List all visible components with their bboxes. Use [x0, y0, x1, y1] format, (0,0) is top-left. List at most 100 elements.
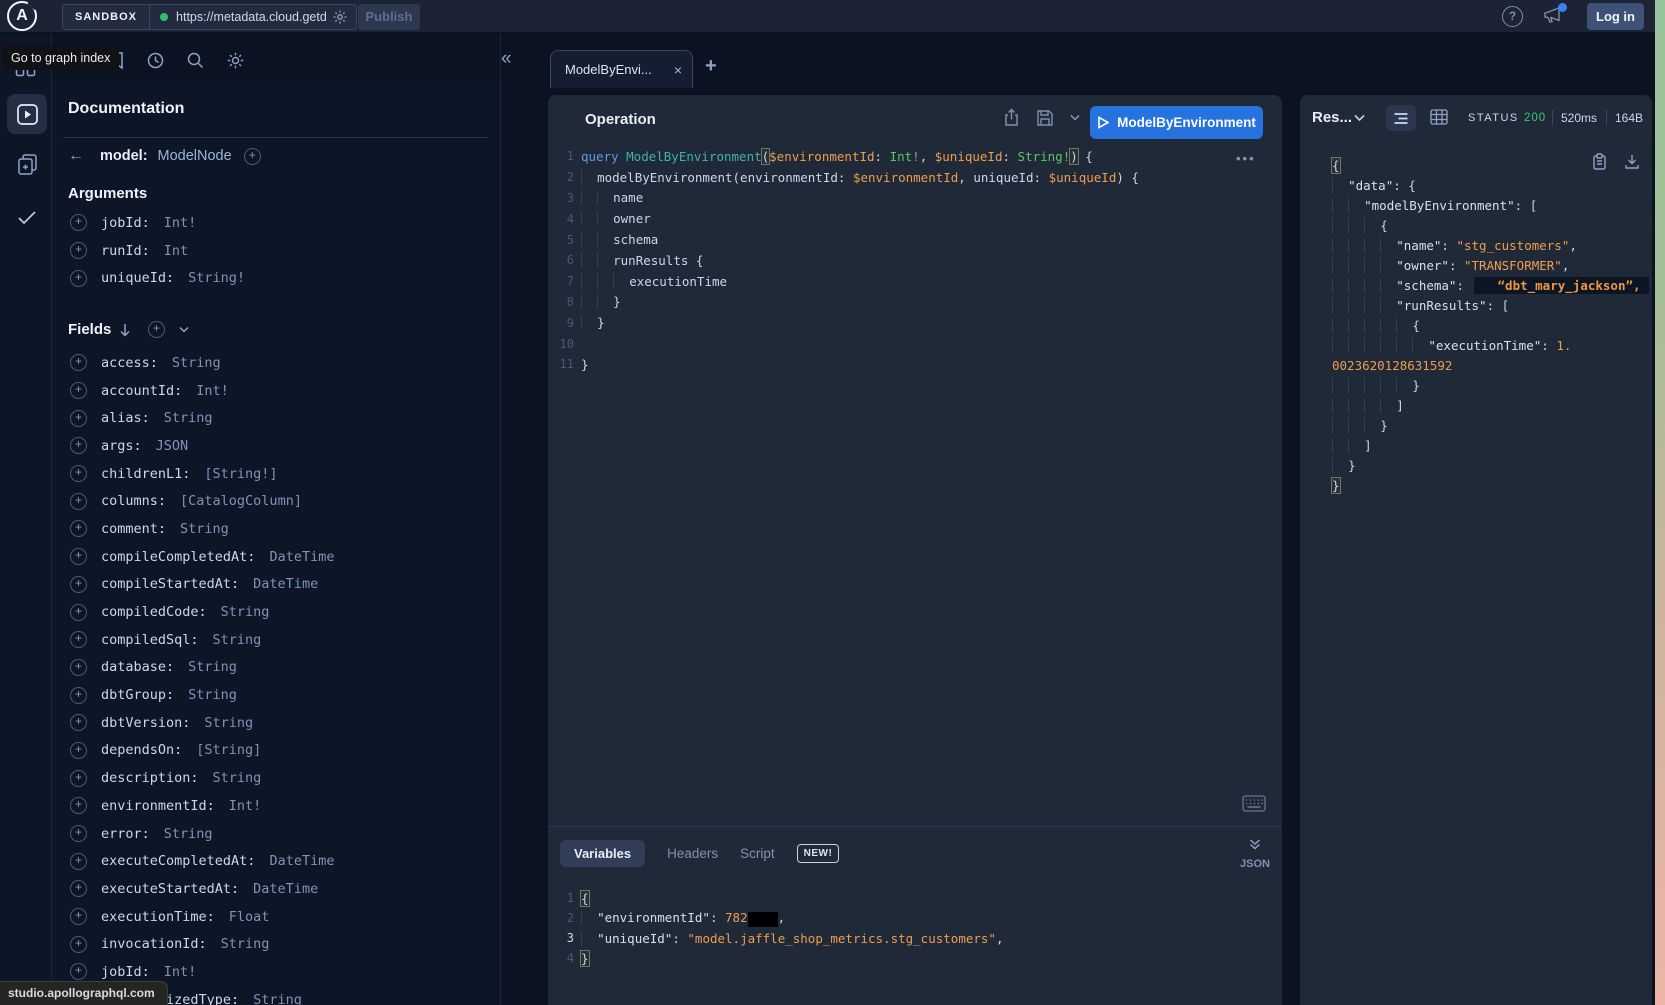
field-type[interactable]: Float — [229, 909, 270, 925]
add-field-icon[interactable]: + — [70, 465, 87, 482]
login-button[interactable]: Log in — [1587, 3, 1644, 30]
add-field-icon[interactable]: + — [70, 604, 87, 621]
schema-field-row[interactable]: +database:String — [68, 654, 488, 682]
back-icon[interactable]: ← — [68, 147, 84, 165]
settings-gear-icon[interactable] — [226, 51, 245, 70]
endpoint-url-input[interactable]: https://metadata.cloud.getd — [176, 10, 328, 24]
schema-field-row[interactable]: +alias:String — [68, 404, 488, 432]
announcements-icon[interactable] — [1542, 5, 1564, 25]
field-type[interactable]: Int — [164, 243, 188, 259]
schema-field-row[interactable]: +compileCompletedAt:DateTime — [68, 543, 488, 571]
add-field-icon[interactable]: + — [70, 410, 87, 427]
collapse-panel-icon[interactable] — [1248, 837, 1262, 851]
field-type[interactable]: String — [213, 770, 262, 786]
save-menu-chevron-icon[interactable] — [1070, 114, 1080, 121]
add-field-icon[interactable]: + — [70, 880, 87, 897]
add-field-icon[interactable]: + — [70, 908, 87, 925]
field-type[interactable]: String — [213, 632, 262, 648]
add-field-icon[interactable]: + — [70, 714, 87, 731]
search-icon[interactable] — [186, 51, 205, 70]
field-type[interactable]: String! — [188, 270, 245, 286]
add-field-icon[interactable]: + — [70, 354, 87, 371]
sidebar-item-explorer[interactable] — [7, 94, 47, 134]
add-field-icon[interactable]: + — [70, 576, 87, 593]
schema-field-row[interactable]: +error:String — [68, 820, 488, 848]
field-type[interactable]: String — [221, 604, 270, 620]
tab-script[interactable]: Script — [740, 846, 775, 861]
table-view-icon[interactable] — [1430, 109, 1448, 125]
response-panel-title[interactable]: Res... — [1312, 109, 1352, 126]
schema-field-row[interactable]: +args:JSON — [68, 432, 488, 460]
sort-fields-icon[interactable] — [118, 322, 132, 338]
add-all-fields-icon[interactable]: + — [148, 321, 165, 338]
history-icon[interactable] — [146, 51, 165, 70]
schema-field-row[interactable]: +dependsOn:[String] — [68, 737, 488, 765]
response-menu-chevron-icon[interactable] — [1354, 114, 1365, 122]
schema-field-row[interactable]: +executeCompletedAt:DateTime — [68, 847, 488, 875]
response-viewer[interactable]: { "data": { "modelByEnvironment": [ { "n… — [1325, 155, 1649, 495]
field-type[interactable]: String — [253, 992, 302, 1005]
run-operation-button[interactable]: ModelByEnvironment — [1090, 106, 1263, 139]
connection-settings-gear-icon[interactable] — [332, 9, 348, 25]
schema-field-row[interactable]: +compiledSql:String — [68, 626, 488, 654]
schema-field-row[interactable]: +jobId:Int! — [68, 209, 488, 237]
schema-field-row[interactable]: +childrenL1:[String!] — [68, 460, 488, 488]
schema-field-row[interactable]: +dbtGroup:String — [68, 681, 488, 709]
close-tab-icon[interactable]: × — [674, 63, 682, 77]
field-type[interactable]: Int! — [164, 964, 197, 980]
field-type[interactable]: DateTime — [253, 576, 318, 592]
field-type[interactable]: Int! — [164, 215, 197, 231]
field-type[interactable]: DateTime — [269, 549, 334, 565]
add-field-icon[interactable]: + — [244, 148, 261, 165]
schema-field-row[interactable]: +dbtVersion:String — [68, 709, 488, 737]
field-type[interactable]: String — [204, 715, 253, 731]
operation-tab[interactable]: ModelByEnvi... × — [550, 50, 693, 88]
schema-field-row[interactable]: +accountId:Int! — [68, 377, 488, 405]
help-icon[interactable]: ? — [1502, 6, 1523, 27]
save-icon[interactable] — [1036, 109, 1054, 127]
add-field-icon[interactable]: + — [70, 520, 87, 537]
field-type[interactable]: String — [188, 687, 237, 703]
field-type[interactable]: String — [221, 936, 270, 952]
field-type[interactable]: [String!] — [204, 466, 277, 482]
chevron-down-icon[interactable] — [179, 326, 189, 333]
add-field-icon[interactable]: + — [70, 687, 87, 704]
add-field-icon[interactable]: + — [70, 659, 87, 676]
field-type[interactable]: [String] — [196, 742, 261, 758]
field-type[interactable]: Int! — [229, 798, 262, 814]
add-field-icon[interactable]: + — [70, 548, 87, 565]
tree-view-button[interactable] — [1386, 105, 1416, 131]
add-field-icon[interactable]: + — [70, 770, 87, 787]
schema-field-row[interactable]: +access:String — [68, 349, 488, 377]
add-field-icon[interactable]: + — [70, 214, 87, 231]
breadcrumb-type-link[interactable]: ModelNode — [158, 148, 232, 164]
add-field-icon[interactable]: + — [70, 797, 87, 814]
add-field-icon[interactable]: + — [70, 382, 87, 399]
field-type[interactable]: JSON — [156, 438, 189, 454]
field-type[interactable]: String — [164, 826, 213, 842]
schema-field-row[interactable]: +invocationId:String — [68, 930, 488, 958]
add-field-icon[interactable]: + — [70, 631, 87, 648]
field-type[interactable]: String — [172, 355, 221, 371]
schema-field-row[interactable]: +environmentId:Int! — [68, 792, 488, 820]
new-tab-button[interactable]: + — [705, 55, 717, 78]
apollo-logo[interactable]: A — [7, 1, 37, 31]
sidebar-item-schema[interactable] — [15, 152, 40, 177]
field-type[interactable]: DateTime — [269, 853, 334, 869]
add-field-icon[interactable]: + — [70, 270, 87, 287]
schema-field-row[interactable]: +comment:String — [68, 515, 488, 543]
collapse-sidebar-icon[interactable]: « — [501, 48, 512, 70]
keyboard-shortcuts-icon[interactable] — [1242, 795, 1266, 812]
field-type[interactable]: String — [180, 521, 229, 537]
schema-field-row[interactable]: +compiledCode:String — [68, 598, 488, 626]
tab-headers[interactable]: Headers — [667, 846, 718, 861]
add-field-icon[interactable]: + — [70, 936, 87, 953]
field-type[interactable]: String — [188, 659, 237, 675]
add-field-icon[interactable]: + — [70, 242, 87, 259]
add-field-icon[interactable]: + — [70, 963, 87, 980]
field-type[interactable]: [CatalogColumn] — [180, 493, 302, 509]
add-field-icon[interactable]: + — [70, 493, 87, 510]
operation-editor[interactable]: 1query ModelByEnvironment($environmentId… — [548, 146, 1282, 375]
add-field-icon[interactable]: + — [70, 825, 87, 842]
schema-field-row[interactable]: +description:String — [68, 764, 488, 792]
